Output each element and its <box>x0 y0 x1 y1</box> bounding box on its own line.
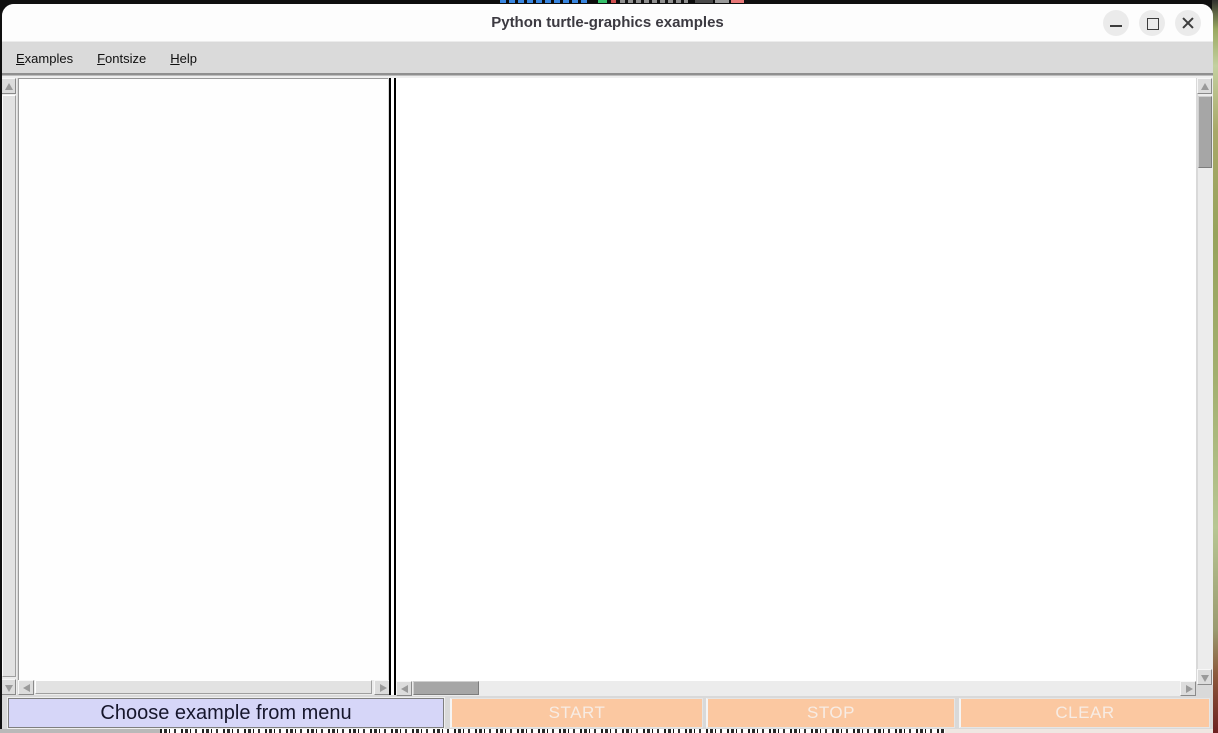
background-sliver-text <box>160 729 945 733</box>
menu-help[interactable]: Help <box>166 48 201 69</box>
canvas-vertical-scrollbar[interactable] <box>1198 78 1213 685</box>
titlebar[interactable]: Python turtle-graphics examples <box>2 4 1213 42</box>
background-window-sliver-bottom <box>0 729 1213 733</box>
desktop: { "titlebar": { "title": "Python turtle-… <box>0 0 1218 733</box>
minimize-icon[interactable] <box>1103 10 1129 36</box>
start-button[interactable]: START <box>450 698 703 728</box>
scroll-up-arrow-icon[interactable] <box>1197 78 1212 94</box>
menubar: Examples Fontsize Help <box>2 43 1213 73</box>
window-controls <box>1103 10 1201 36</box>
code-horizontal-scrollbar[interactable] <box>18 680 390 695</box>
background-sliver-segment <box>731 0 744 3</box>
code-vertical-scrollbar[interactable] <box>2 78 17 695</box>
panel-divider[interactable] <box>389 78 396 695</box>
stop-button[interactable]: STOP <box>706 698 955 728</box>
status-message: Choose example from menu <box>8 698 444 728</box>
background-sliver-segment <box>695 0 713 3</box>
scroll-down-arrow-icon[interactable] <box>2 679 16 695</box>
background-sliver-segment <box>620 0 688 3</box>
scroll-left-arrow-icon[interactable] <box>396 681 412 696</box>
background-sliver-segment <box>0 729 160 733</box>
background-sliver-segment <box>500 0 590 3</box>
canvas-horizontal-scrollbar[interactable] <box>396 681 1196 696</box>
scroll-left-arrow-icon[interactable] <box>18 680 34 695</box>
clear-button[interactable]: CLEAR <box>959 698 1210 728</box>
background-sliver-segment <box>715 0 729 3</box>
code-vscroll-thumb[interactable] <box>2 95 16 677</box>
canvas-vscroll-thumb[interactable] <box>1198 96 1212 168</box>
menu-examples[interactable]: Examples <box>12 48 77 69</box>
close-icon[interactable] <box>1175 10 1201 36</box>
turtle-canvas <box>396 78 1196 681</box>
scroll-right-arrow-icon[interactable] <box>1180 681 1196 696</box>
scroll-up-arrow-icon[interactable] <box>2 78 16 94</box>
scroll-right-arrow-icon[interactable] <box>374 680 390 695</box>
background-sliver-segment <box>598 0 607 3</box>
background-sliver-segment <box>611 0 616 3</box>
canvas-hscroll-thumb[interactable] <box>413 681 479 695</box>
window-title: Python turtle-graphics examples <box>2 4 1213 42</box>
scroll-down-arrow-icon[interactable] <box>1197 669 1212 685</box>
maximize-icon[interactable] <box>1139 10 1165 36</box>
code-hscroll-thumb[interactable] <box>35 680 372 694</box>
menu-fontsize[interactable]: Fontsize <box>93 48 150 69</box>
turtledemo-window: Python turtle-graphics examples Examples… <box>2 4 1213 729</box>
code-viewer[interactable] <box>18 78 388 680</box>
